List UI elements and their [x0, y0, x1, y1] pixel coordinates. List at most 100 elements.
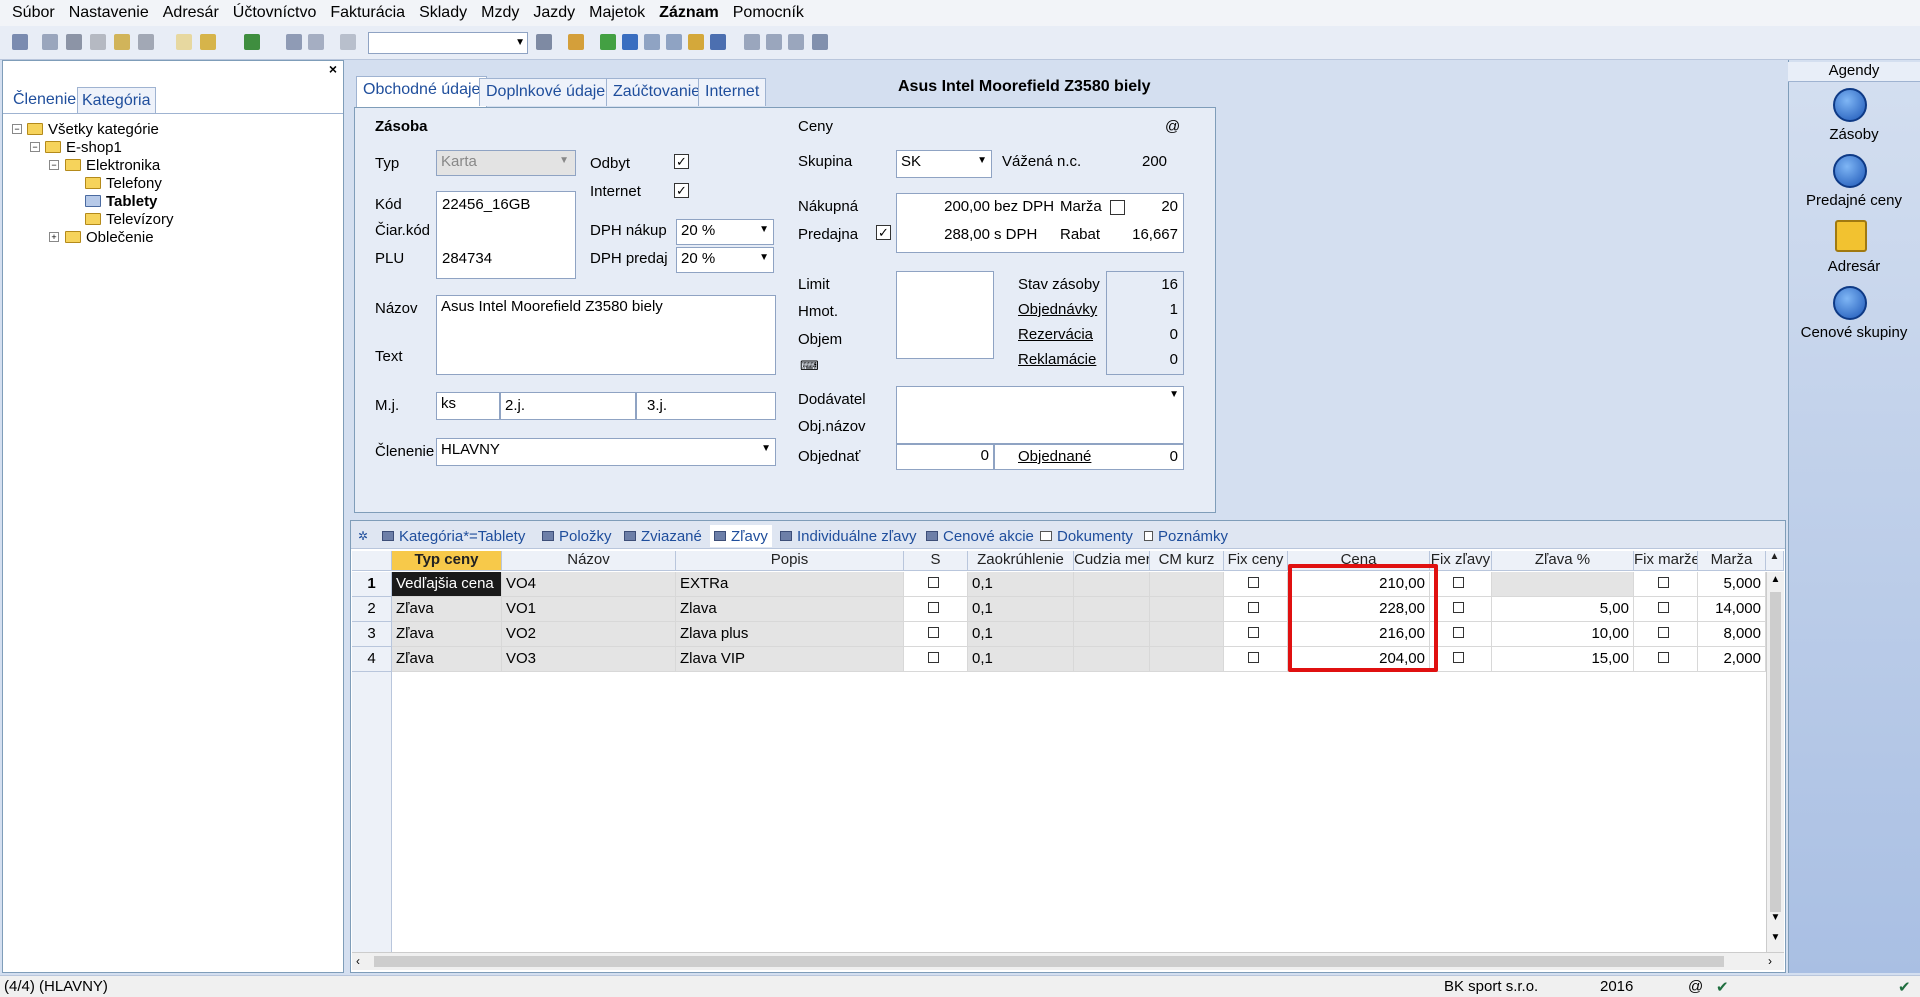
- cell-nazov[interactable]: VO4: [502, 572, 676, 597]
- close-icon[interactable]: ×: [329, 61, 337, 77]
- nazov-textarea[interactable]: Asus Intel Moorefield Z3580 biely: [436, 295, 776, 375]
- col-fix-marze[interactable]: Fix marže: [1634, 551, 1698, 571]
- limit-box[interactable]: [896, 271, 994, 359]
- tab-zauctovanie[interactable]: Zaúčtovanie: [606, 78, 708, 106]
- scroll-up-icon[interactable]: ▲: [1769, 574, 1782, 588]
- table-icon[interactable]: [644, 34, 660, 50]
- export-icon[interactable]: [114, 34, 130, 50]
- tab-clenenie[interactable]: Členenie: [9, 87, 80, 113]
- menu-adresar[interactable]: Adresár: [163, 4, 219, 22]
- folder-icon[interactable]: [568, 34, 584, 50]
- reklamacie-link[interactable]: Reklamácie: [1018, 351, 1096, 368]
- cell-fixm[interactable]: [1634, 622, 1698, 647]
- ban-icon[interactable]: [710, 34, 726, 50]
- save-all-icon[interactable]: [308, 34, 324, 50]
- collapse-icon[interactable]: −: [12, 124, 22, 134]
- tree-eshop[interactable]: E-shop1: [45, 137, 122, 157]
- col-typ-ceny[interactable]: Typ ceny: [392, 551, 502, 571]
- tab-doplnkove-udaje[interactable]: Doplnkové údaje: [479, 78, 613, 106]
- tree-televizory[interactable]: Televízory: [85, 209, 174, 229]
- menu-nastavenie[interactable]: Nastavenie: [69, 4, 149, 22]
- cell-kurz[interactable]: [1150, 647, 1224, 672]
- refresh-icon[interactable]: [600, 34, 616, 50]
- dph-predaj-select[interactable]: 20 % ▼: [676, 247, 774, 273]
- cell-fixz[interactable]: [1430, 647, 1492, 672]
- help-icon[interactable]: [812, 34, 828, 50]
- checkbox[interactable]: [928, 652, 939, 663]
- cell-s[interactable]: [904, 572, 968, 597]
- save-icon[interactable]: [286, 34, 302, 50]
- checkbox[interactable]: [1248, 577, 1259, 588]
- status-email-icon[interactable]: @: [1688, 978, 1703, 995]
- plu-value[interactable]: 284734: [442, 250, 492, 267]
- cell-typ[interactable]: Zľava: [392, 622, 502, 647]
- dodavatel-box[interactable]: ▼: [896, 386, 1184, 444]
- window-icon[interactable]: [744, 34, 760, 50]
- col-fix-zlavy[interactable]: Fix zľavy: [1430, 551, 1492, 571]
- cell-fixm[interactable]: [1634, 572, 1698, 597]
- marza-checkbox[interactable]: [1110, 200, 1125, 215]
- menu-majetok[interactable]: Majetok: [589, 4, 645, 22]
- row-number[interactable]: 1: [352, 572, 392, 597]
- cell-popis[interactable]: Zlava VIP: [676, 647, 904, 672]
- col-zaokruhlenie[interactable]: Zaokrúhlenie: [968, 551, 1074, 571]
- cell-zaok[interactable]: 0,1: [968, 597, 1074, 622]
- tab-zviazane[interactable]: Zviazané: [624, 525, 702, 547]
- cell-fixz[interactable]: [1430, 572, 1492, 597]
- cell-zlava[interactable]: 10,00: [1492, 622, 1634, 647]
- col-cudzia-mena[interactable]: Cudzia mer: [1074, 551, 1150, 571]
- window3-icon[interactable]: [788, 34, 804, 50]
- mj-field[interactable]: ks: [436, 392, 500, 420]
- calculator-icon[interactable]: ⌨: [800, 358, 819, 374]
- email-icon[interactable]: @: [1165, 118, 1180, 135]
- checkbox[interactable]: [1453, 652, 1464, 663]
- objednat-field[interactable]: 0: [896, 444, 994, 470]
- col-fix-ceny[interactable]: Fix ceny: [1224, 551, 1288, 571]
- cell-kurz[interactable]: [1150, 622, 1224, 647]
- duplicate-icon[interactable]: [340, 34, 356, 50]
- tree-telefony[interactable]: Telefony: [85, 173, 162, 193]
- menu-sklady[interactable]: Sklady: [419, 4, 467, 22]
- menu-subor[interactable]: Súbor: [12, 4, 55, 22]
- menu-fakturacia[interactable]: Fakturácia: [330, 4, 405, 22]
- tab-poznamky[interactable]: Poznámky: [1144, 525, 1228, 547]
- expand-icon[interactable]: +: [49, 232, 59, 242]
- cell-s[interactable]: [904, 597, 968, 622]
- checkbox[interactable]: [928, 627, 939, 638]
- predajna-checkbox[interactable]: ✓: [876, 225, 891, 240]
- cell-nazov[interactable]: VO2: [502, 622, 676, 647]
- checkbox[interactable]: [1658, 652, 1669, 663]
- cell-typ[interactable]: Zľava: [392, 647, 502, 672]
- col-s[interactable]: S: [904, 551, 968, 571]
- tab-zlavy[interactable]: Zľavy: [710, 525, 772, 547]
- checkbox[interactable]: [1453, 577, 1464, 588]
- window2-icon[interactable]: [766, 34, 782, 50]
- internet-checkbox[interactable]: ✓: [674, 183, 689, 198]
- col-marza[interactable]: Marža: [1698, 551, 1766, 571]
- col-cm-kurz[interactable]: CM kurz: [1150, 551, 1224, 571]
- tree-tablety[interactable]: Tablety: [85, 191, 157, 211]
- cell-cm[interactable]: [1074, 622, 1150, 647]
- edit-icon[interactable]: [200, 34, 216, 50]
- menu-zaznam[interactable]: Záznam: [659, 4, 719, 22]
- scroll-bottom-icon[interactable]: ▼: [1769, 932, 1782, 946]
- cell-zaok[interactable]: 0,1: [968, 622, 1074, 647]
- tab-individualne-zlavy[interactable]: Individuálne zľavy: [780, 525, 916, 547]
- scroll-right-icon[interactable]: ›: [1768, 954, 1772, 968]
- cell-marza[interactable]: 14,000: [1698, 597, 1766, 622]
- agenda-adresar[interactable]: Adresár: [1788, 258, 1920, 275]
- menu-mzdy[interactable]: Mzdy: [481, 4, 519, 22]
- row-number[interactable]: 4: [352, 647, 392, 672]
- tab-kategoria-filter[interactable]: Kategória*=Tablety: [382, 525, 525, 547]
- cell-kurz[interactable]: [1150, 597, 1224, 622]
- nakupna-value[interactable]: 200,00: [944, 198, 990, 215]
- rabat-value[interactable]: 16,667: [1130, 226, 1178, 243]
- cell-popis[interactable]: Zlava plus: [676, 622, 904, 647]
- vertical-scrollbar[interactable]: ▲ ▼ ▼: [1766, 572, 1784, 952]
- rezervacia-link[interactable]: Rezervácia: [1018, 326, 1093, 343]
- h-scroll-thumb[interactable]: [374, 956, 1724, 967]
- collapse-icon[interactable]: −: [30, 142, 40, 152]
- menu-uctovnictvo[interactable]: Účtovníctvo: [233, 4, 317, 22]
- cell-fixz[interactable]: [1430, 597, 1492, 622]
- cell-cm[interactable]: [1074, 597, 1150, 622]
